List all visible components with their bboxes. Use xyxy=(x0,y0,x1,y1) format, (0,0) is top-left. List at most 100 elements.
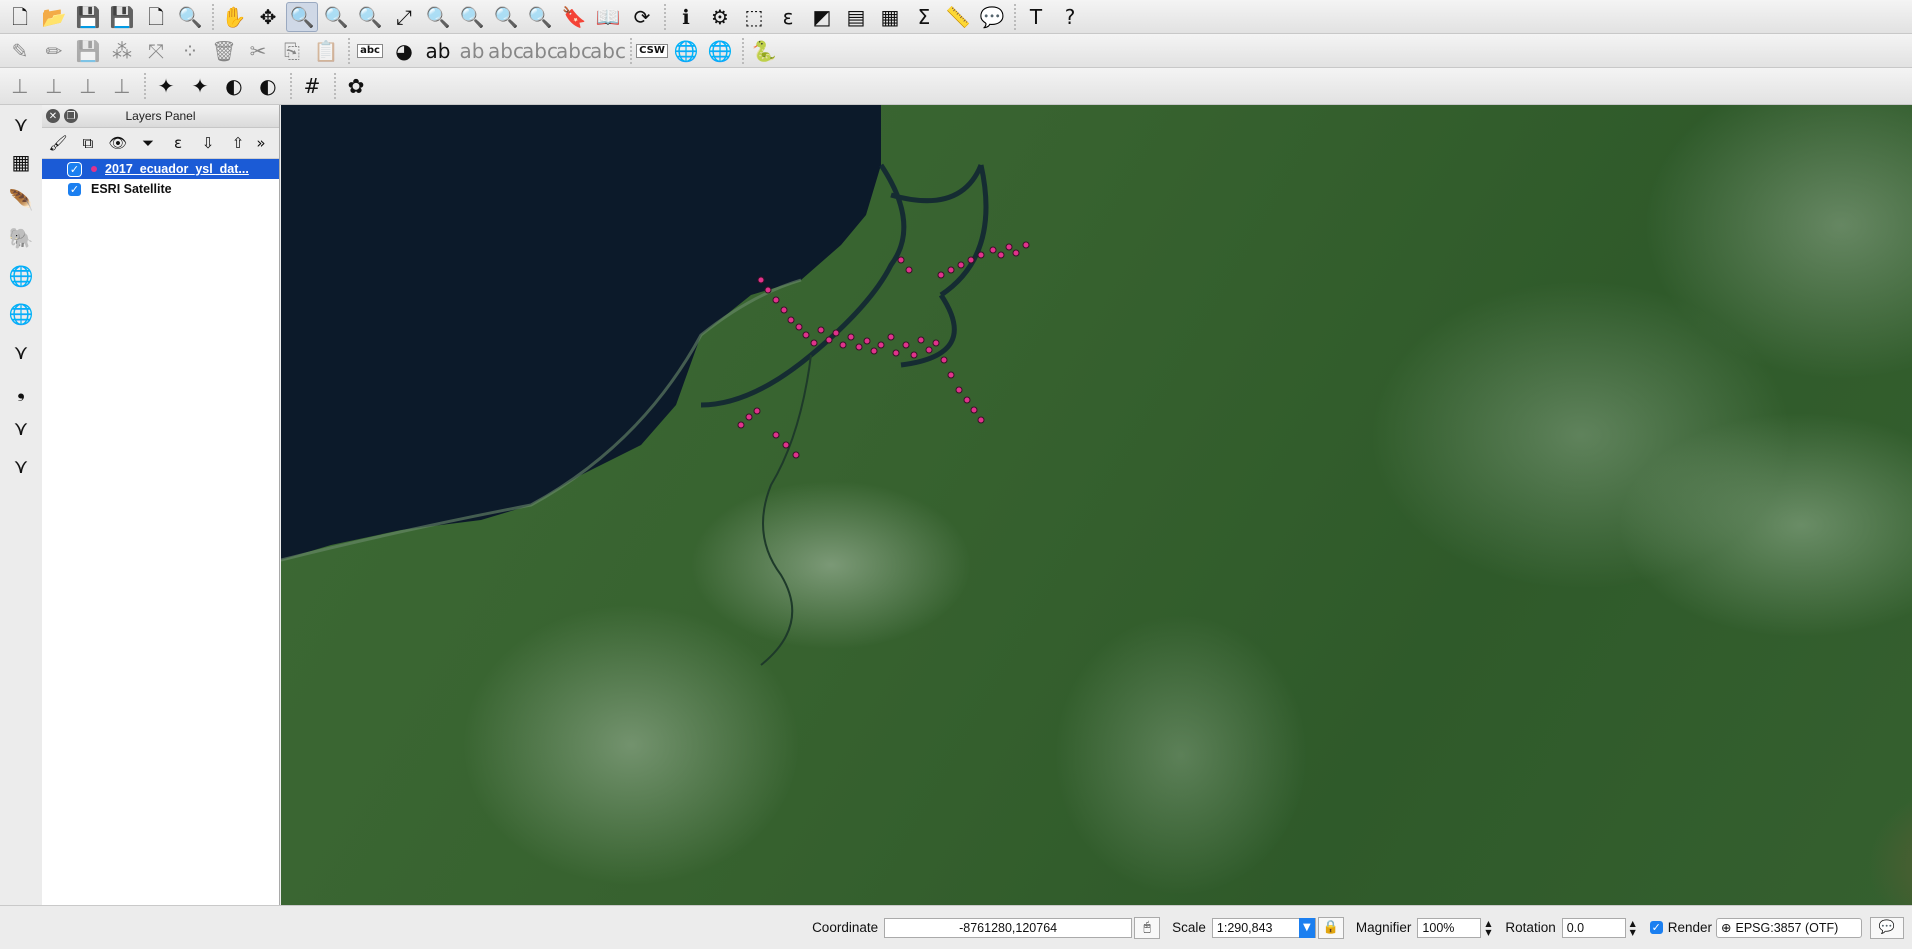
refresh-icon[interactable]: ⟳ xyxy=(626,2,658,32)
node-tool-icon[interactable]: ⁘ xyxy=(174,36,206,66)
rotation-field[interactable]: 0.0 xyxy=(1561,917,1626,938)
messages-icon[interactable]: 💬 xyxy=(1870,916,1904,939)
select-by-expression-icon[interactable]: ε xyxy=(772,2,804,32)
run-feature-action-icon[interactable]: ⚙ xyxy=(704,2,736,32)
zoom-native-icon[interactable]: 🔍 xyxy=(354,2,386,32)
layer-labeling-icon[interactable]: abc xyxy=(354,36,386,66)
zoom-next-icon[interactable]: 🔍 xyxy=(524,2,556,32)
new-bookmark-icon[interactable]: 🔖 xyxy=(558,2,590,32)
zoom-in-icon[interactable]: 🔍 xyxy=(286,1,318,32)
pan-to-selection-icon[interactable]: ✥ xyxy=(252,2,284,32)
add-feature-icon[interactable]: ⁂ xyxy=(106,36,138,66)
layer-item[interactable]: ✓ ESRI Satellite xyxy=(42,179,279,199)
style-manager-icon[interactable]: 🖌 xyxy=(44,131,72,155)
paste-features-icon[interactable]: 📋 xyxy=(310,36,342,66)
new-shapefile-icon[interactable]: ⋎ xyxy=(3,411,39,445)
deselect-icon[interactable]: ◩ xyxy=(806,2,838,32)
new-spatialite-icon[interactable]: ⋎ xyxy=(3,449,39,483)
add-spatialite-layer-icon[interactable]: 🪶 xyxy=(3,183,39,217)
zoom-to-selection-icon[interactable]: 🔍 xyxy=(422,2,454,32)
new-project-icon[interactable]: 🗋 xyxy=(4,2,36,32)
layer-diagram-icon[interactable]: ◕ xyxy=(388,36,420,66)
expand-all-icon[interactable]: ⇩ xyxy=(194,131,222,155)
toggle-extents-icon[interactable]: 🖰 xyxy=(1134,916,1161,939)
zoom-out-icon[interactable]: 🔍 xyxy=(320,2,352,32)
gps-icon[interactable]: ◐ xyxy=(218,71,250,101)
gps-track-icon[interactable]: ◐ xyxy=(252,71,284,101)
add-postgis-layer-icon[interactable]: 🐘 xyxy=(3,221,39,255)
plugin-tool-icon[interactable]: ✿ xyxy=(340,71,372,101)
map-tips-icon[interactable]: 💬 xyxy=(976,2,1008,32)
magnifier-spinner-icon[interactable]: ▲ ▼ xyxy=(1483,918,1493,938)
scale-combo[interactable]: 1:290,843 ▼ xyxy=(1211,917,1316,938)
current-edits-icon[interactable]: ✎ xyxy=(4,36,36,66)
add-wms-layer-icon[interactable]: 🌐 xyxy=(3,259,39,293)
filter-legend-icon[interactable]: ⏷ xyxy=(134,131,162,155)
zoom-last-icon[interactable]: 🔍 xyxy=(490,2,522,32)
digitize-line-icon[interactable]: ⊥ xyxy=(4,71,36,101)
show-bookmarks-icon[interactable]: 📖 xyxy=(592,2,624,32)
toggle-editing-icon[interactable]: ✏ xyxy=(38,36,70,66)
rotate-label-icon[interactable]: abc xyxy=(556,36,592,66)
crs-button[interactable]: ⊕ EPSG:3857 (OTF) xyxy=(1716,917,1862,938)
digitize-merge-icon[interactable]: ⊥ xyxy=(72,71,104,101)
add-vector-layer-icon[interactable]: ⋎ xyxy=(3,107,39,141)
highlight-pinned-icon[interactable]: ab xyxy=(456,36,488,66)
save-edits-icon[interactable]: 💾 xyxy=(72,36,104,66)
float-icon[interactable]: ❐ xyxy=(64,109,78,123)
grid-icon[interactable]: # xyxy=(296,71,328,101)
snapping-icon[interactable]: ✦ xyxy=(150,71,182,101)
csw-icon[interactable]: CSW xyxy=(636,36,668,66)
manage-visibility-icon[interactable]: 👁 xyxy=(104,131,132,155)
pan-map-icon[interactable]: ✋ xyxy=(218,2,250,32)
text-annotation-icon[interactable]: T xyxy=(1020,2,1052,32)
collapse-all-icon[interactable]: ⇧ xyxy=(224,131,252,155)
change-label-icon[interactable]: abc xyxy=(590,36,626,66)
zoom-to-layer-icon[interactable]: 🔍 xyxy=(456,2,488,32)
layer-item[interactable]: ✓ 2017_ecuador_ysl_dat... xyxy=(42,159,279,179)
show-hide-labels-icon[interactable]: abc xyxy=(488,36,524,66)
add-raster-layer-icon[interactable]: ▦ xyxy=(3,145,39,179)
coordinate-field[interactable]: -8761280,120764 xyxy=(884,917,1133,938)
snapping-options-icon[interactable]: ✦ xyxy=(184,71,216,101)
more-icon[interactable]: » xyxy=(254,131,268,155)
add-wcs-layer-icon[interactable]: 🌐 xyxy=(3,297,39,331)
identify-icon[interactable]: ℹ xyxy=(670,2,702,32)
add-group-icon[interactable]: ⧉ xyxy=(74,131,102,155)
lock-scale-icon[interactable]: 🔒 xyxy=(1317,916,1344,939)
save-as-icon[interactable]: 💾 xyxy=(106,2,138,32)
digitize-reshape-icon[interactable]: ⊥ xyxy=(106,71,138,101)
chevron-down-icon[interactable]: ▼ xyxy=(1298,917,1315,938)
digitize-split-icon[interactable]: ⊥ xyxy=(38,71,70,101)
copy-features-icon[interactable]: ⎘ xyxy=(276,36,308,66)
metasearch-icon[interactable]: 🌐 xyxy=(670,36,702,66)
add-wfs-layer-icon[interactable]: ⋎ xyxy=(3,335,39,369)
field-calculator-icon[interactable]: Σ xyxy=(908,2,940,32)
magnifier-field[interactable]: 100% xyxy=(1417,917,1482,938)
render-checkbox[interactable]: ✓ xyxy=(1649,921,1663,934)
delete-selected-icon[interactable]: 🗑 xyxy=(208,36,240,66)
layer-visibility-checkbox[interactable]: ✓ xyxy=(68,162,81,176)
new-print-composer-icon[interactable]: 🗋 xyxy=(140,2,172,32)
filter-expression-icon[interactable]: ε xyxy=(164,131,192,155)
map-canvas[interactable] xyxy=(281,105,1912,905)
open-project-icon[interactable]: 📂 xyxy=(38,2,70,32)
attribute-table-icon[interactable]: ▤ xyxy=(840,2,872,32)
layer-visibility-checkbox[interactable]: ✓ xyxy=(68,182,81,196)
close-icon[interactable]: ✕ xyxy=(46,109,60,123)
statistics-icon[interactable]: ▦ xyxy=(874,2,906,32)
help-icon[interactable]: ? xyxy=(1054,2,1086,32)
composer-manager-icon[interactable]: 🔍 xyxy=(174,2,206,32)
cut-features-icon[interactable]: ✂ xyxy=(242,36,274,66)
save-project-icon[interactable]: 💾 xyxy=(72,2,104,32)
move-feature-icon[interactable]: ⤧ xyxy=(140,36,172,66)
pin-labels-icon[interactable]: ab xyxy=(422,36,454,66)
zoom-full-icon[interactable]: ⤢ xyxy=(388,2,420,32)
metasearch-search-icon[interactable]: 🌐 xyxy=(704,36,736,66)
rotation-spinner-icon[interactable]: ▲ ▼ xyxy=(1628,918,1638,938)
select-features-icon[interactable]: ⬚ xyxy=(738,2,770,32)
move-label-icon[interactable]: abc xyxy=(522,36,558,66)
python-console-icon[interactable]: 🐍 xyxy=(748,36,780,66)
add-delimited-text-icon[interactable]: ❟ xyxy=(3,373,39,407)
measure-icon[interactable]: 📏 xyxy=(942,2,974,32)
